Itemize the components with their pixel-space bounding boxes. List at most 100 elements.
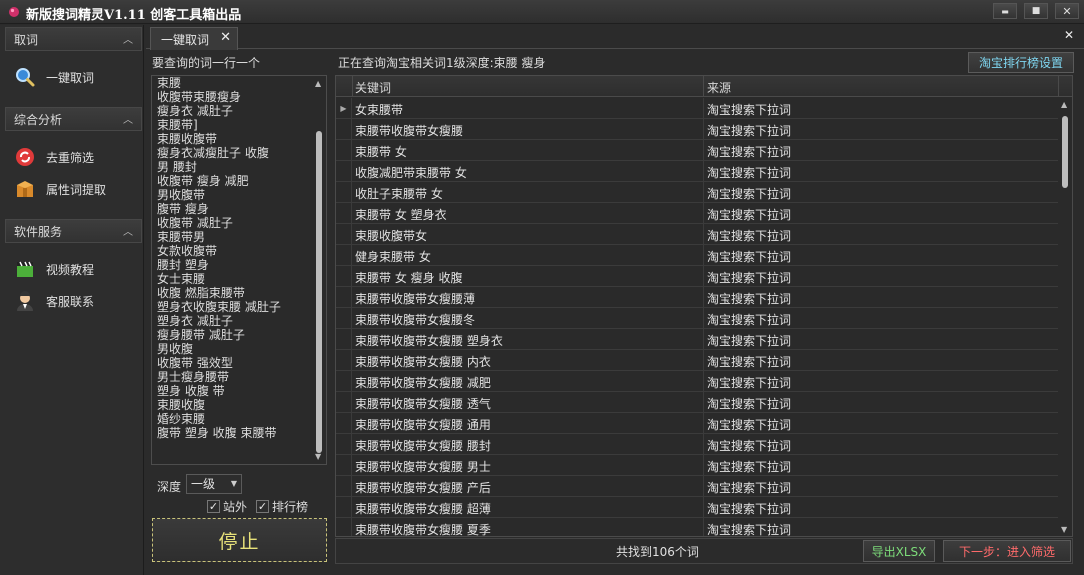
table-row[interactable]: 束腰带 女 瘦身 收腹 淘宝搜索下拉词 [336, 266, 1058, 287]
cell-divider [703, 455, 704, 475]
table-row[interactable]: 束腰带收腹带女瘦腰 男士 淘宝搜索下拉词 [336, 455, 1058, 476]
cell-divider [703, 350, 704, 370]
sidebar-group-label: 取词 [14, 32, 39, 47]
cell-source: 淘宝搜索下拉词 [707, 271, 792, 285]
table-body: ▶ 女束腰带 淘宝搜索下拉词 束腰带收腹带女瘦腰 淘宝搜索下拉词 束腰带 女淘宝搜索下拉词… [336, 98, 1058, 536]
depth-label: 深度 [157, 480, 182, 494]
sidebar-item-label: 去重筛选 [46, 150, 95, 165]
table-row[interactable]: 收腹减肥带束腰带 女 淘宝搜索下拉词 [336, 161, 1058, 182]
sidebar-item-attribute[interactable]: 属性词提取 [14, 177, 106, 201]
sidebar-item-dedupe[interactable]: 去重筛选 [14, 145, 94, 169]
cell-divider [703, 497, 704, 517]
cell-source: 淘宝搜索下拉词 [707, 208, 792, 222]
words-list: 束腰 收腹带束腰瘦身 瘦身衣 减肚子 束腰带] 束腰收腹带 瘦身衣减瘦肚子 收腹男 腰封收… [152, 76, 326, 440]
table-row[interactable]: 束腰带收腹带女瘦腰 减肥 淘宝搜索下拉词 [336, 371, 1058, 392]
magnifier-icon [14, 66, 36, 88]
rank-checkbox-label: 排行榜 [272, 500, 309, 514]
tab-one-click[interactable]: 一键取词 ✕ [150, 27, 238, 50]
cell-divider [703, 182, 704, 202]
sidebar-item-label: 视频教程 [46, 262, 95, 277]
table-row[interactable]: 健身束腰带 女 淘宝搜索下拉词 [336, 245, 1058, 266]
table-row[interactable]: 束腰带收腹带女瘦腰 内衣 淘宝搜索下拉词 [336, 350, 1058, 371]
table-row[interactable]: 收肚子束腰带 女 淘宝搜索下拉词 [336, 182, 1058, 203]
checkmark-icon[interactable]: ✓ [256, 500, 269, 513]
depth-select[interactable]: 一级 ▼ [186, 474, 242, 494]
row-indicator [336, 518, 352, 536]
table-row[interactable]: 束腰带收腹带女瘦腰 夏季 淘宝搜索下拉词 [336, 518, 1058, 536]
table-row[interactable]: 束腰带 女 塑身衣 淘宝搜索下拉词 [336, 203, 1058, 224]
word-line: 男士瘦身腰带 [157, 370, 230, 384]
window-title: 新版搜词精灵V1.11 创客工具箱出品 [26, 8, 242, 23]
chevron-down-icon: ▼ [230, 479, 237, 488]
rank-checkbox[interactable]: ✓ 排行榜 [256, 498, 308, 515]
table-row[interactable]: 束腰带收腹带女瘦腰冬 淘宝搜索下拉词 [336, 308, 1058, 329]
scroll-thumb[interactable] [316, 131, 322, 453]
row-indicator [336, 476, 352, 496]
table-row[interactable]: ▶ 女束腰带 淘宝搜索下拉词 [336, 98, 1058, 119]
panel-close-icon[interactable]: ✕ [1064, 28, 1074, 42]
word-line: 收腹带 瘦身 减肥 [157, 174, 249, 188]
box-icon [14, 178, 36, 200]
maximize-button[interactable]: ■ [1024, 3, 1048, 19]
table-row[interactable]: 束腰带收腹带女瘦腰 产后 淘宝搜索下拉词 [336, 476, 1058, 497]
table-scrollbar[interactable]: ▲ ▼ [1058, 98, 1072, 536]
cell-divider [703, 266, 704, 286]
tab-bar: 一键取词 ✕ ✕ [146, 25, 1084, 50]
close-window-button[interactable]: ✕ [1055, 3, 1079, 19]
table-row[interactable]: 束腰带收腹带女瘦腰 超薄 淘宝搜索下拉词 [336, 497, 1058, 518]
sidebar-group-analysis[interactable]: 综合分析 ︿ [5, 107, 142, 131]
table-row[interactable]: 束腰带收腹带女瘦腰 淘宝搜索下拉词 [336, 119, 1058, 140]
cell-divider [703, 413, 704, 433]
row-indicator [336, 434, 352, 454]
cell-keyword: 束腰带 女 [355, 145, 407, 159]
table-row[interactable]: 束腰带收腹带女瘦腰 通用 淘宝搜索下拉词 [336, 413, 1058, 434]
stop-button[interactable]: 停止 [152, 518, 327, 562]
scroll-thumb[interactable] [1062, 116, 1068, 188]
row-indicator [336, 182, 352, 202]
words-textarea[interactable]: 束腰 收腹带束腰瘦身 瘦身衣 减肚子 束腰带] 束腰收腹带 瘦身衣减瘦肚子 收腹男 腰封收… [151, 75, 327, 465]
cell-source: 淘宝搜索下拉词 [707, 334, 792, 348]
word-line: 瘦身衣 减肚子 [157, 104, 233, 118]
sidebar-item-support[interactable]: 客服联系 [14, 289, 94, 313]
scroll-up-icon[interactable]: ▲ [1061, 100, 1067, 109]
table-row[interactable]: 束腰收腹带女 淘宝搜索下拉词 [336, 224, 1058, 245]
header-divider [352, 76, 353, 97]
sidebar-group-quci[interactable]: 取词 ︿ [5, 27, 142, 51]
sidebar-group-service[interactable]: 软件服务 ︿ [5, 219, 142, 243]
scroll-down-icon[interactable]: ▼ [1061, 525, 1067, 534]
row-indicator [336, 245, 352, 265]
word-line: 男收腹带 [157, 188, 206, 202]
table-row[interactable]: 束腰带收腹带女瘦腰 塑身衣 淘宝搜索下拉词 [336, 329, 1058, 350]
words-scrollbar[interactable]: ▲ ▼ [313, 77, 325, 463]
close-icon[interactable]: ✕ [220, 30, 231, 45]
row-indicator [336, 161, 352, 181]
minimize-button[interactable]: ▬ [993, 3, 1017, 19]
sidebar-item-video[interactable]: 视频教程 [14, 257, 94, 281]
table-row[interactable]: 束腰带 女 淘宝搜索下拉词 [336, 140, 1058, 161]
cell-keyword: 束腰带收腹带女瘦腰 透气 [355, 397, 491, 411]
sidebar-item-one-click[interactable]: 一键取词 [14, 65, 94, 89]
cell-source: 淘宝搜索下拉词 [707, 397, 792, 411]
cell-keyword: 束腰带收腹带女瘦腰 塑身衣 [355, 334, 503, 348]
export-xlsx-button[interactable]: 导出XLSX [863, 540, 935, 562]
cell-divider [703, 203, 704, 223]
scroll-up-icon[interactable]: ▲ [315, 79, 321, 88]
table-row[interactable]: 束腰带收腹带女瘦腰 腰封 淘宝搜索下拉词 [336, 434, 1058, 455]
column-header-source[interactable]: 来源 [707, 79, 731, 96]
word-line: 塑身 收腹 带 [157, 384, 225, 398]
row-pointer-icon: ▶ [336, 98, 352, 118]
clapperboard-icon [14, 258, 36, 280]
site-checkbox[interactable]: ✓ 站外 [207, 498, 247, 515]
word-line: 女款收腹带 [157, 244, 218, 258]
table-row[interactable]: 束腰带收腹带女瘦腰薄 淘宝搜索下拉词 [336, 287, 1058, 308]
next-step-button[interactable]: 下一步：进入筛选 [943, 540, 1071, 562]
cell-source: 淘宝搜索下拉词 [707, 481, 792, 495]
word-line: 瘦身衣减瘦肚子 收腹 [157, 146, 269, 160]
word-line: 收腹带 减肚子 [157, 216, 233, 230]
table-row[interactable]: 束腰带收腹带女瘦腰 透气 淘宝搜索下拉词 [336, 392, 1058, 413]
word-line: 收腹带束腰瘦身 [157, 90, 242, 104]
column-header-keyword[interactable]: 关键词 [355, 79, 391, 96]
scroll-down-icon[interactable]: ▼ [315, 452, 321, 461]
checkmark-icon[interactable]: ✓ [207, 500, 220, 513]
rank-settings-button[interactable]: 淘宝排行榜设置 [968, 52, 1074, 73]
